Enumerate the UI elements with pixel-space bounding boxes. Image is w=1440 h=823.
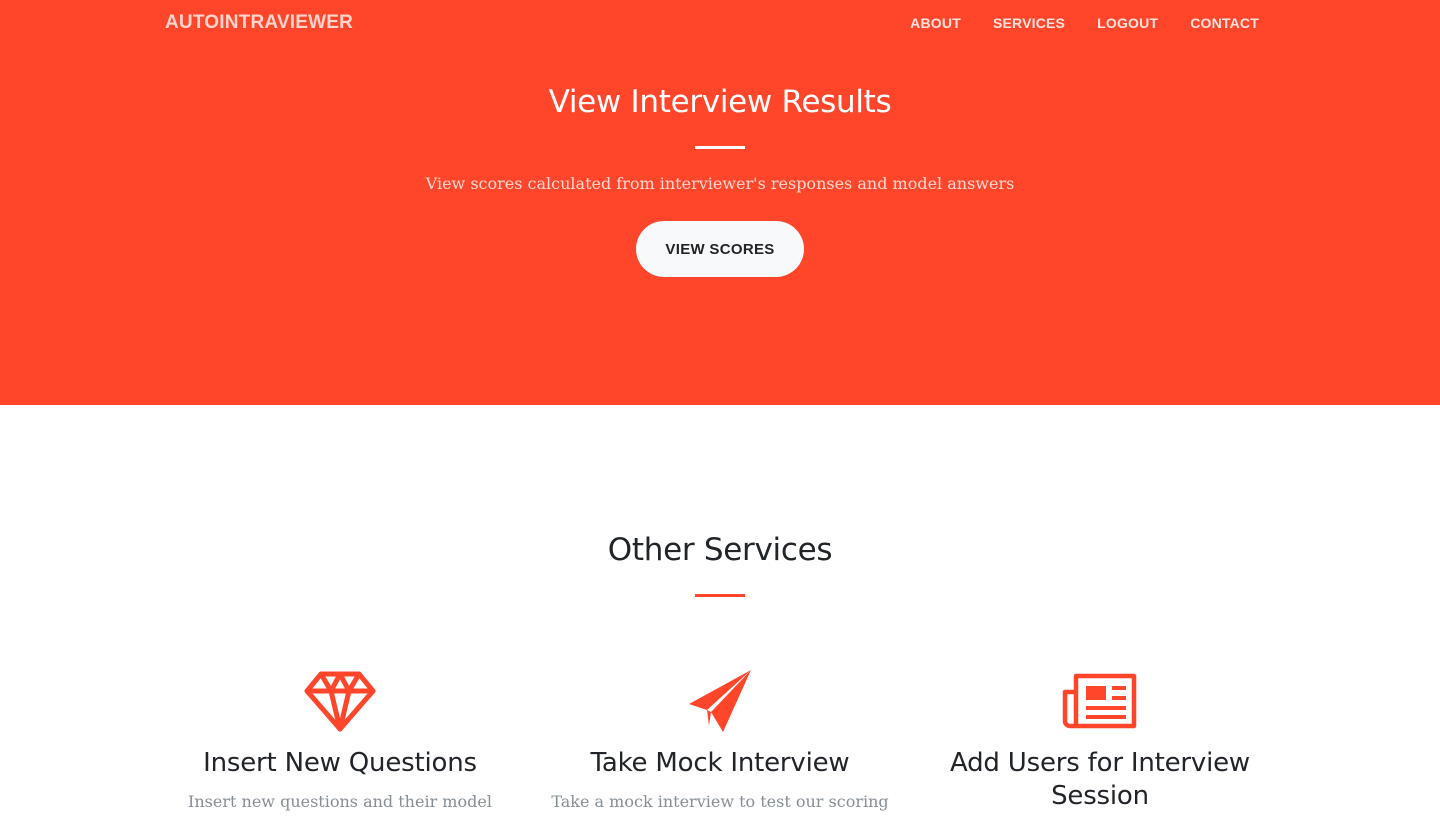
service-title: Add Users for Interview Session [950,748,1250,811]
hero-divider [695,146,745,149]
view-scores-button[interactable]: VIEW SCORES [636,221,804,277]
newspaper-icon [1062,673,1137,729]
main-nav: ABOUT SERVICES LOGOUT CONTACT [910,15,1259,31]
brand-logo-link[interactable]: AUTOINTRAVIEWER [165,12,353,34]
service-title: Take Mock Interview [590,748,850,778]
hero-section: AUTOINTRAVIEWER ABOUT SERVICES LOGOUT CO… [0,0,1440,405]
nav-link-services[interactable]: SERVICES [993,15,1065,31]
services-divider [695,594,745,597]
hero-subtitle: View scores calculated from interviewer'… [425,174,1015,193]
diamond-icon [304,671,376,732]
nav-link-contact[interactable]: CONTACT [1190,15,1259,31]
services-section-title: Other Services [607,532,833,568]
service-add-users: Add Users for Interview Session [910,668,1290,823]
service-description: Insert new questions and their model [188,792,492,811]
paper-plane-icon [689,670,751,732]
nav-link-logout[interactable]: LOGOUT [1097,15,1158,31]
hero-title: View Interview Results [548,84,892,120]
nav-link-about[interactable]: ABOUT [910,15,961,31]
service-title: Insert New Questions [203,748,477,778]
service-description: Take a mock interview to test our scorin… [551,792,889,811]
service-mock-interview: Take Mock Interview Take a mock intervie… [530,668,910,814]
service-insert-questions: Insert New Questions Insert new question… [150,668,530,814]
